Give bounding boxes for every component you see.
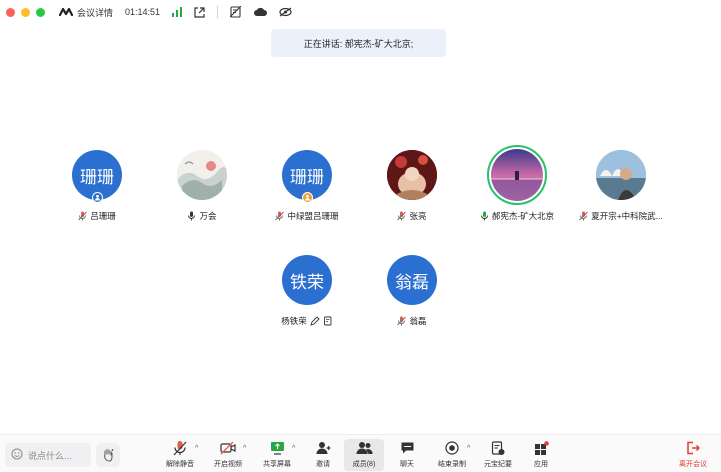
raise-hand-button[interactable] bbox=[96, 443, 120, 467]
members-button[interactable]: 成员(8) bbox=[344, 439, 384, 471]
participant-tile[interactable]: 珊珊 中绿盟吕珊珊 bbox=[252, 150, 362, 230]
participant-name: 万会 bbox=[199, 211, 217, 221]
participant-tile[interactable]: 铁荣 杨铁荣 bbox=[252, 255, 362, 335]
participant-name-row: 夏开宗+中科院武... bbox=[566, 210, 676, 222]
participant-name-row: 中绿盟吕珊珊 bbox=[252, 210, 362, 222]
stop-recording-button[interactable]: 结束录制 bbox=[436, 439, 468, 471]
close-window-button[interactable] bbox=[6, 7, 15, 17]
pen-icon bbox=[310, 316, 320, 326]
maximize-window-button[interactable] bbox=[36, 7, 45, 17]
participant-name: 张亮 bbox=[409, 211, 427, 221]
pop-out-icon[interactable] bbox=[194, 5, 205, 19]
avatar bbox=[596, 150, 646, 200]
minimize-window-button[interactable] bbox=[21, 7, 30, 17]
leave-meeting-button[interactable]: 离开会议 bbox=[676, 439, 710, 471]
participant-name: 夏开宗+中科院武... bbox=[591, 211, 663, 221]
start-video-button[interactable]: 开启视频 bbox=[212, 439, 244, 471]
participant-tile[interactable]: 万会 bbox=[147, 150, 257, 230]
participant-tile[interactable]: 夏开宗+中科院武... bbox=[566, 150, 676, 230]
participant-name: 吕珊珊 bbox=[90, 211, 116, 221]
avatar bbox=[387, 150, 437, 200]
share-screen-button[interactable]: 共享屏幕 bbox=[261, 439, 293, 471]
active-speaker-banner: 正在讲话: 郝宪杰-矿大北京; bbox=[271, 29, 446, 57]
host-badge-icon bbox=[92, 192, 103, 203]
chevron-up-icon[interactable]: ^ bbox=[292, 445, 295, 452]
window-controls bbox=[6, 7, 45, 17]
participant-name-row: 郝宪杰-矿大北京 bbox=[462, 210, 572, 222]
participant-tile[interactable]: 张亮 bbox=[357, 150, 467, 230]
avatar: 翁磊 bbox=[387, 255, 437, 305]
participant-name-row: 杨铁荣 bbox=[252, 315, 362, 327]
participant-name-row: 张亮 bbox=[357, 210, 467, 222]
chevron-up-icon[interactable]: ^ bbox=[195, 445, 198, 452]
emoji-icon[interactable] bbox=[11, 448, 23, 462]
meeting-info-link[interactable]: 会议详情 bbox=[77, 6, 113, 19]
mic-muted-icon bbox=[397, 316, 407, 326]
chevron-up-icon[interactable]: ^ bbox=[467, 445, 470, 452]
chat-placeholder: 说点什么... bbox=[28, 450, 72, 461]
cloud-icon[interactable] bbox=[254, 5, 268, 19]
chevron-up-icon[interactable]: ^ bbox=[243, 445, 246, 452]
meeting-timer: 01:14:51 bbox=[125, 7, 161, 17]
record-icon bbox=[445, 439, 459, 457]
minutes-icon bbox=[491, 439, 505, 457]
mic-speaking-icon bbox=[480, 211, 489, 221]
participant-tile-active-speaker[interactable]: 郝宪杰-矿大北京 bbox=[462, 145, 572, 230]
participant-name: 翁磊 bbox=[409, 316, 427, 326]
document-icon bbox=[323, 316, 333, 326]
apps-button[interactable]: 应用 bbox=[528, 439, 554, 471]
add-user-icon bbox=[316, 439, 331, 457]
mic-muted-icon bbox=[397, 211, 407, 221]
exit-icon bbox=[686, 439, 700, 457]
participant-name-row: 翁磊 bbox=[357, 315, 467, 327]
mic-muted-icon bbox=[78, 211, 88, 221]
signal-strength-icon[interactable] bbox=[172, 5, 183, 19]
participant-tile[interactable]: 珊珊 吕珊珊 bbox=[42, 150, 152, 230]
invite-button[interactable]: 邀请 bbox=[310, 439, 336, 471]
participant-name-row: 万会 bbox=[147, 210, 257, 222]
hidden-view-icon[interactable] bbox=[279, 5, 292, 19]
participant-name: 郝宪杰-矿大北京 bbox=[491, 211, 555, 221]
participant-name: 杨铁荣 bbox=[281, 316, 307, 326]
mic-muted-icon bbox=[579, 211, 589, 221]
meeting-toolbar: 说点什么... 解除静音 ^ 开启视频 ^ 共享屏幕 ^ 邀请 成员(8) 聊天… bbox=[0, 434, 721, 472]
unmute-button[interactable]: 解除静音 bbox=[164, 439, 196, 471]
avatar: 铁荣 bbox=[282, 255, 332, 305]
mic-on-icon bbox=[187, 211, 196, 221]
recording-status-icon[interactable] bbox=[230, 5, 242, 19]
avatar bbox=[177, 150, 227, 200]
participant-name-row: 吕珊珊 bbox=[42, 210, 152, 222]
divider bbox=[217, 6, 219, 18]
camera-off-icon bbox=[220, 439, 236, 457]
quick-chat-input[interactable]: 说点什么... bbox=[5, 443, 91, 467]
apps-grid-icon bbox=[534, 439, 549, 457]
title-bar: 会议详情 01:14:51 bbox=[0, 0, 721, 24]
share-screen-icon bbox=[270, 439, 285, 457]
members-icon bbox=[356, 439, 373, 457]
participant-name: 中绿盟吕珊珊 bbox=[287, 211, 339, 221]
meeting-minutes-button[interactable]: 元宝纪要 bbox=[482, 439, 514, 471]
cohost-badge-icon bbox=[302, 192, 313, 203]
avatar bbox=[487, 145, 547, 205]
mic-muted-icon bbox=[275, 211, 285, 221]
chat-icon bbox=[400, 439, 415, 457]
mic-muted-icon bbox=[173, 439, 187, 457]
app-logo-icon bbox=[59, 7, 73, 17]
chat-button[interactable]: 聊天 bbox=[394, 439, 420, 471]
participant-tile[interactable]: 翁磊 翁磊 bbox=[357, 255, 467, 335]
